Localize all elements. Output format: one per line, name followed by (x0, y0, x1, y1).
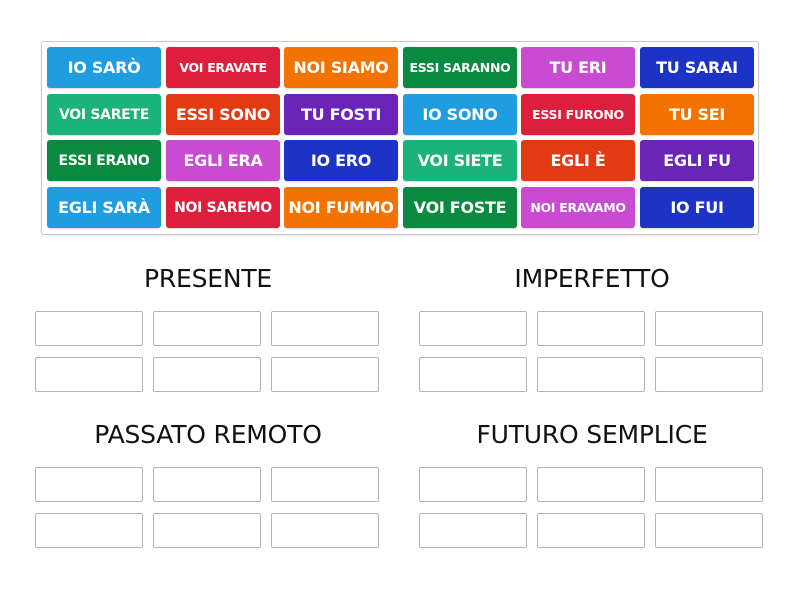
drop-slot[interactable] (153, 357, 261, 392)
answer-tile[interactable]: EGLI SARÀ (47, 187, 161, 228)
drop-slot[interactable] (655, 467, 763, 502)
answer-tile[interactable]: TU SEI (640, 94, 754, 135)
drop-slot[interactable] (419, 311, 527, 346)
answer-tile[interactable]: VOI SARETE (47, 94, 161, 135)
drop-slot[interactable] (35, 311, 143, 346)
group-title: PRESENTE (143, 264, 273, 293)
answer-tile[interactable]: ESSI SONO (166, 94, 280, 135)
answer-tile[interactable]: EGLI FU (640, 140, 754, 181)
answer-tile[interactable]: EGLI ERA (166, 140, 280, 181)
answer-tile[interactable]: VOI SIETE (403, 140, 517, 181)
drop-slot[interactable] (655, 513, 763, 548)
group-title: IMPERFETTO (514, 264, 670, 293)
group-title: PASSATO REMOTO (94, 420, 322, 449)
group-title: FUTURO SEMPLICE (476, 420, 708, 449)
drop-slot[interactable] (419, 513, 527, 548)
drop-slot[interactable] (537, 467, 645, 502)
answer-tile[interactable]: ESSI ERANO (47, 140, 161, 181)
drop-slot[interactable] (35, 467, 143, 502)
drop-slot[interactable] (419, 357, 527, 392)
drop-slot[interactable] (153, 467, 261, 502)
drop-slot[interactable] (537, 357, 645, 392)
answer-tile[interactable]: IO ERO (284, 140, 398, 181)
drop-slot[interactable] (537, 513, 645, 548)
answer-tile[interactable]: NOI SAREMO (166, 187, 280, 228)
drop-slot[interactable] (271, 357, 379, 392)
drop-slot[interactable] (153, 311, 261, 346)
answer-tile[interactable]: NOI ERAVAMO (521, 187, 635, 228)
drop-slot[interactable] (655, 357, 763, 392)
drop-slot[interactable] (153, 513, 261, 548)
drop-slot[interactable] (271, 513, 379, 548)
drop-slot[interactable] (271, 467, 379, 502)
drop-slot[interactable] (35, 513, 143, 548)
answer-tile[interactable]: TU ERI (521, 47, 635, 88)
drop-slot[interactable] (35, 357, 143, 392)
answer-tile[interactable]: IO SONO (403, 94, 517, 135)
answer-tile[interactable]: VOI ERAVATE (166, 47, 280, 88)
answer-tile[interactable]: TU SARAI (640, 47, 754, 88)
answer-tile[interactable]: ESSI FURONO (521, 94, 635, 135)
answer-tile[interactable]: EGLI È (521, 140, 635, 181)
answer-tile[interactable]: VOI FOSTE (403, 187, 517, 228)
word-bank: IO SARÒ VOI ERAVATE NOI SIAMO ESSI SARANNO T… (41, 41, 759, 235)
answer-tile[interactable]: TU FOSTI (284, 94, 398, 135)
answer-tile[interactable]: IO FUI (640, 187, 754, 228)
drop-slot[interactable] (271, 311, 379, 346)
drop-slot[interactable] (419, 467, 527, 502)
answer-tile[interactable]: ESSI SARANNO (403, 47, 517, 88)
drop-slot[interactable] (655, 311, 763, 346)
answer-tile[interactable]: IO SARÒ (47, 47, 161, 88)
answer-tile[interactable]: NOI FUMMO (284, 187, 398, 228)
answer-tile[interactable]: NOI SIAMO (284, 47, 398, 88)
drop-slot[interactable] (537, 311, 645, 346)
